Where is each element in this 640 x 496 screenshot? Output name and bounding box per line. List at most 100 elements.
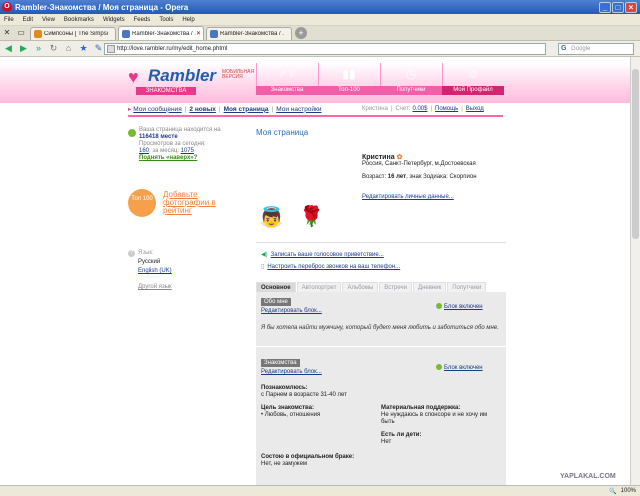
brand-subtitle: ЗНАКОМСТВА — [136, 87, 196, 95]
name-text: Кристина — [362, 154, 395, 161]
nav-label: Попутчики — [380, 86, 442, 95]
field-value: Нет, не замужем — [261, 461, 308, 467]
has-kids: Есть ли дети: Нет — [381, 432, 499, 446]
nav-top100[interactable]: ▮▮ Топ-100 — [318, 63, 380, 95]
about-block-status[interactable]: Блок включен — [436, 303, 483, 310]
watermark: YAPLAKAL.COM — [560, 473, 616, 480]
other-language-link[interactable]: Другой язык — [138, 283, 172, 291]
profile-icon: ☺ — [466, 67, 480, 81]
menu-widgets[interactable]: Widgets — [103, 17, 125, 23]
online-icon: ✿ — [396, 154, 403, 161]
mobile-version-link[interactable]: МОБИЛЬНАЯ ВЕРСИЯ — [222, 70, 254, 80]
menu-view[interactable]: View — [42, 17, 55, 23]
help-link[interactable]: Помощь — [435, 106, 458, 112]
browser-tab-active[interactable]: Rambler-Знакомства / ... ✕ — [118, 26, 204, 40]
menu-help[interactable]: Help — [182, 17, 194, 23]
tab-label: Симпсоны [ The Simpso... — [44, 31, 108, 37]
close-tab-icon[interactable]: ✕ — [196, 30, 201, 37]
divider — [128, 115, 503, 117]
menu-bookmarks[interactable]: Bookmarks — [64, 17, 94, 23]
top100-badge[interactable]: Топ 100 — [128, 189, 156, 217]
add-photo-link[interactable]: Добавьте фотографии в рейтинг — [163, 191, 233, 215]
tab-selfportrait[interactable]: Автопортрет — [296, 282, 342, 292]
age-value: 16 лет — [387, 174, 407, 180]
my-messages-link[interactable]: Мои сообщения — [133, 106, 181, 113]
divider — [256, 346, 506, 347]
browser-tab[interactable]: Симпсоны [ The Simpso... — [30, 27, 116, 40]
user-name: Кристина — [362, 106, 388, 112]
angel-gift-icon[interactable]: 👼 — [259, 207, 284, 229]
bookmark-icon[interactable]: ★ — [77, 42, 90, 55]
menu-feeds[interactable]: Feeds — [134, 17, 151, 23]
search-input[interactable]: G Google — [558, 43, 634, 55]
edit-personal-data-link[interactable]: Редактировать личные данные... — [362, 194, 454, 200]
scrollbar-thumb[interactable] — [632, 69, 639, 239]
clock-icon: ◷ — [405, 67, 417, 81]
forward-icon[interactable]: ▶ — [17, 42, 30, 55]
reload-icon[interactable]: ↻ — [47, 42, 60, 55]
tab-list-icon[interactable]: ▭ — [14, 26, 28, 40]
home-icon[interactable]: ⌂ — [62, 42, 75, 55]
dating-block-status[interactable]: Блок включен — [436, 364, 483, 371]
age-label: Возраст: — [362, 174, 387, 180]
back-icon[interactable]: ◀ — [2, 42, 15, 55]
views-today[interactable]: 160 — [139, 148, 149, 154]
block-on-link[interactable]: Блок включен — [444, 365, 483, 371]
zoom-icon[interactable]: 🔍 — [609, 488, 616, 495]
navigation-bar: ◀ ▶ » ↻ ⌂ ★ ✎ http://love.rambler.ru/my/… — [0, 41, 640, 57]
field-value: с Парнем в возрасте 31-40 лет — [261, 392, 347, 398]
account-label: Счет: — [395, 106, 411, 112]
edit-about-block-link[interactable]: Редактировать блок... — [261, 308, 322, 314]
tab-diary[interactable]: Дневник — [413, 282, 447, 292]
edit-dating-block-link[interactable]: Редактировать блок... — [261, 369, 322, 375]
browser-tab[interactable]: Rambler-Знакомства / ... — [206, 27, 292, 40]
menu-tools[interactable]: Tools — [159, 17, 173, 23]
about-text: Я бы хотела найти мужчину, который будет… — [261, 325, 499, 331]
google-icon: G — [561, 45, 567, 52]
nav-companions[interactable]: ◷ Попутчики — [380, 63, 442, 95]
exit-link[interactable]: Выход — [466, 106, 484, 112]
nav-my-profile[interactable]: ☺ Мой Профайл — [442, 63, 504, 95]
menu-edit[interactable]: Edit — [23, 17, 33, 23]
menu-file[interactable]: File — [4, 17, 14, 23]
call-forwarding: ▯ Настроить переброс звонков на ваш телеф… — [261, 263, 400, 270]
profile-tabs: Основное Автопортрет Альбомы Встречи Дне… — [256, 282, 506, 292]
tab-main[interactable]: Основное — [256, 282, 296, 292]
arrow-icon: ▸ — [128, 106, 132, 113]
menubar: File Edit View Bookmarks Widgets Feeds T… — [0, 14, 640, 26]
tab-albums[interactable]: Альбомы — [342, 282, 379, 292]
heart-icon: ♥ — [128, 67, 139, 87]
tools-icon[interactable]: ✕ — [0, 26, 14, 40]
address-bar[interactable]: http://love.rambler.ru/my/edit_home.phtm… — [104, 43, 546, 55]
couple-icon: ♂♀ — [278, 67, 296, 81]
nav-dating[interactable]: ♂♀ Знакомства — [256, 63, 318, 95]
fast-forward-icon[interactable]: » — [32, 42, 45, 55]
voice-greeting-link[interactable]: Записать ваше голосовое приветствие... — [271, 252, 384, 258]
new-tab-button[interactable]: + — [295, 27, 307, 39]
language-en-link[interactable]: English (UK) — [138, 267, 172, 275]
field-value: • Любовь, отношения — [261, 412, 321, 418]
page-icon — [107, 45, 115, 53]
call-forwarding-link[interactable]: Настроить переброс звонков на ваш телефо… — [267, 264, 400, 270]
my-page-link[interactable]: Моя страница — [224, 106, 269, 113]
help-icon: ? — [128, 250, 135, 257]
rank-value: 116418 месте — [139, 134, 178, 140]
block-on-link[interactable]: Блок включен — [444, 304, 483, 310]
raise-link[interactable]: Поднять «наверх»? — [139, 155, 197, 161]
tab-companions[interactable]: Попутчики — [447, 282, 487, 292]
new-messages-link[interactable]: 2 новых — [189, 106, 215, 113]
rambler-logo[interactable]: ♥ Rambler МОБИЛЬНАЯ ВЕРСИЯ ЗНАКОМСТВА — [128, 67, 254, 95]
close-window-button[interactable]: × — [625, 1, 637, 13]
rose-gift-icon[interactable]: 🌹 — [299, 205, 324, 229]
field-value: Не нуждаюсь в спонсоре и не хочу им быть — [381, 412, 488, 425]
window-title: Rambler-Знакомства / Моя страница - Oper… — [15, 2, 189, 12]
vertical-scrollbar[interactable] — [630, 57, 640, 485]
minimize-button[interactable]: _ — [599, 1, 611, 13]
tab-meetings[interactable]: Встречи — [379, 282, 412, 292]
account-link[interactable]: 0.00$ — [412, 106, 427, 112]
zoom-level[interactable]: 100% — [621, 488, 636, 494]
views-month[interactable]: 1075 — [181, 148, 194, 154]
tab-label: Rambler-Знакомства / ... — [220, 31, 284, 37]
maximize-button[interactable]: □ — [612, 1, 624, 13]
my-settings-link[interactable]: Мои настройки — [276, 106, 321, 113]
